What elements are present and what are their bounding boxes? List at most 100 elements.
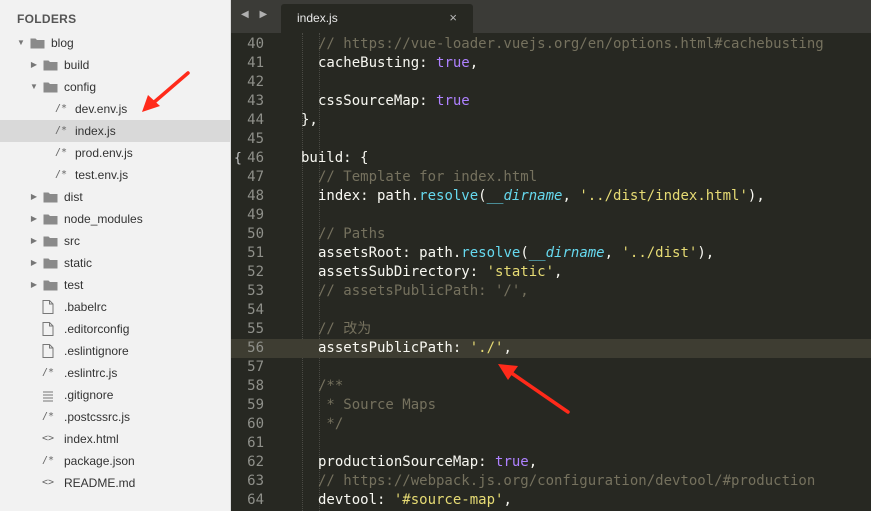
- tree-file[interactable]: <> README.md: [0, 472, 230, 494]
- script-icon: /*: [42, 455, 55, 466]
- line-number: 43: [247, 93, 264, 109]
- tree-folder[interactable]: ▶ build: [0, 54, 230, 76]
- line-number: 41: [247, 55, 264, 71]
- tab-nav-arrows-icon[interactable]: ◀ ▶: [241, 9, 271, 20]
- chevron-right-icon[interactable]: ▶: [29, 186, 39, 208]
- code-line[interactable]: 41 cacheBusting: true,: [231, 54, 871, 73]
- code-line[interactable]: 64 devtool: '#source-map',: [231, 491, 871, 510]
- chevron-right-icon[interactable]: ▶: [29, 208, 39, 230]
- tree-item-label: .eslintignore: [64, 344, 129, 358]
- folder-icon: [43, 81, 58, 93]
- code-line[interactable]: 56 assetsPublicPath: './',: [231, 339, 871, 358]
- tree-item-label: .gitignore: [64, 388, 114, 402]
- code-line[interactable]: 61: [231, 434, 871, 453]
- tab-bar: ◀ ▶ index.js ×: [231, 0, 871, 33]
- tree-item-label: test: [64, 278, 84, 292]
- code-line[interactable]: 50 // Paths: [231, 225, 871, 244]
- code-line[interactable]: 53 // assetsPublicPath: '/',: [231, 282, 871, 301]
- chevron-right-icon[interactable]: ▶: [29, 252, 39, 274]
- line-number: 40: [247, 36, 264, 52]
- tree-item-label: blog: [51, 36, 74, 50]
- code-line[interactable]: 54: [231, 301, 871, 320]
- code-line[interactable]: 58 /**: [231, 377, 871, 396]
- tree-file[interactable]: /* package.json: [0, 450, 230, 472]
- code-text: index: path.resolve(__dirname, '../dist/…: [318, 188, 765, 204]
- code-line[interactable]: 47 // Template for index.html: [231, 168, 871, 187]
- code-editor[interactable]: 40 // https://vue-loader.vuejs.org/en/opt…: [231, 33, 871, 511]
- line-number: 53: [247, 283, 264, 299]
- code-line[interactable]: 55 // 改为: [231, 320, 871, 339]
- code-text: // https://webpack.js.org/configuration/…: [318, 473, 816, 489]
- tree-folder[interactable]: ▶ node_modules: [0, 208, 230, 230]
- code-text: assetsRoot: path.resolve(__dirname, '../…: [318, 245, 715, 261]
- script-icon: /*: [42, 367, 55, 378]
- markup-icon: <>: [42, 477, 55, 488]
- code-line[interactable]: 40 // https://vue-loader.vuejs.org/en/opt…: [231, 35, 871, 54]
- code-line[interactable]: 45: [231, 130, 871, 149]
- code-text: // Template for index.html: [318, 169, 538, 185]
- fold-marker-icon[interactable]: {: [234, 149, 242, 168]
- chevron-right-icon[interactable]: ▶: [29, 54, 39, 76]
- tree-folder[interactable]: ▶ src: [0, 230, 230, 252]
- code-line[interactable]: 51 assetsRoot: path.resolve(__dirname, '.…: [231, 244, 871, 263]
- line-number: 44: [247, 112, 264, 128]
- folder-icon: [43, 191, 58, 203]
- tree-item-label: node_modules: [64, 212, 143, 226]
- code-text: */: [318, 416, 344, 432]
- code-text: /**: [318, 378, 344, 394]
- code-line[interactable]: 63 // https://webpack.js.org/configuratio…: [231, 472, 871, 491]
- code-text: cacheBusting: true,: [318, 55, 479, 71]
- code-line[interactable]: 42: [231, 73, 871, 92]
- chevron-right-icon[interactable]: ▶: [29, 230, 39, 252]
- tree-item-label: dev.env.js: [75, 102, 128, 116]
- tree-file[interactable]: /* index.js: [0, 120, 230, 142]
- line-number: 60: [247, 416, 264, 432]
- line-number: 47: [247, 169, 264, 185]
- code-line[interactable]: 49: [231, 206, 871, 225]
- code-line[interactable]: 46{build: {: [231, 149, 871, 168]
- tab-label: index.js: [297, 11, 338, 25]
- tree-file[interactable]: /* .eslintrc.js: [0, 362, 230, 384]
- tree-folder[interactable]: ▶ static: [0, 252, 230, 274]
- line-number: 63: [247, 473, 264, 489]
- line-number: 56: [247, 340, 264, 356]
- tree-file[interactable]: /* test.env.js: [0, 164, 230, 186]
- tree-item-label: static: [64, 256, 93, 270]
- folder-icon: [30, 37, 45, 49]
- tree-file[interactable]: .babelrc: [0, 296, 230, 318]
- tree-file[interactable]: /* dev.env.js: [0, 98, 230, 120]
- markup-icon: <>: [42, 433, 55, 444]
- tree-folder[interactable]: ▼ config: [0, 76, 230, 98]
- line-number: 62: [247, 454, 264, 470]
- code-text: build: {: [301, 150, 369, 166]
- folder-icon: [43, 257, 58, 269]
- tab-index-js[interactable]: index.js ×: [281, 4, 473, 33]
- tree-folder[interactable]: ▼ blog: [0, 32, 230, 54]
- script-icon: /*: [55, 169, 68, 180]
- code-line[interactable]: 43 cssSourceMap: true: [231, 92, 871, 111]
- script-icon: /*: [55, 147, 68, 158]
- code-line[interactable]: 60 */: [231, 415, 871, 434]
- line-number: 50: [247, 226, 264, 242]
- code-line[interactable]: 62 productionSourceMap: true,: [231, 453, 871, 472]
- tree-file[interactable]: /* .postcssrc.js: [0, 406, 230, 428]
- code-line[interactable]: 59 * Source Maps: [231, 396, 871, 415]
- code-line[interactable]: 57: [231, 358, 871, 377]
- tree-folder[interactable]: ▶ dist: [0, 186, 230, 208]
- code-line[interactable]: 52 assetsSubDirectory: 'static',: [231, 263, 871, 282]
- tree-file[interactable]: <> index.html: [0, 428, 230, 450]
- tree-file[interactable]: .gitignore: [0, 384, 230, 406]
- code-line[interactable]: 48 index: path.resolve(__dirname, '../dis…: [231, 187, 871, 206]
- code-line[interactable]: 44},: [231, 111, 871, 130]
- code-text: // assetsPublicPath: '/',: [318, 283, 529, 299]
- tree-folder[interactable]: ▶ test: [0, 274, 230, 296]
- chevron-right-icon[interactable]: ▶: [29, 274, 39, 296]
- close-icon[interactable]: ×: [449, 10, 457, 25]
- chevron-down-icon[interactable]: ▼: [16, 32, 26, 54]
- chevron-down-icon[interactable]: ▼: [29, 76, 39, 98]
- tree-file[interactable]: /* prod.env.js: [0, 142, 230, 164]
- line-number: 55: [247, 321, 264, 337]
- tree-file[interactable]: .editorconfig: [0, 318, 230, 340]
- tree-file[interactable]: .eslintignore: [0, 340, 230, 362]
- code-text: productionSourceMap: true,: [318, 454, 538, 470]
